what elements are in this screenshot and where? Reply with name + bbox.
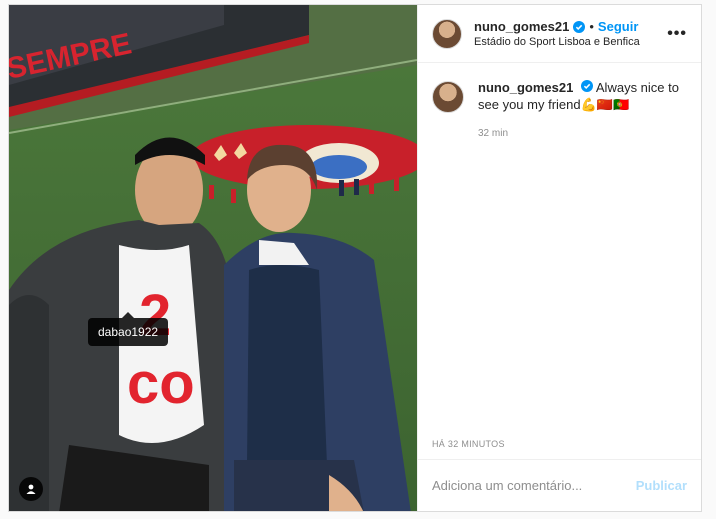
- add-comment-bar: Publicar: [418, 459, 701, 511]
- verified-badge-icon: [573, 20, 586, 33]
- post-photo: SEMPRE 2 co dabao1922: [9, 5, 417, 511]
- post-modal: SEMPRE 2 co dabao1922 nuno_gomes21 • Seg…: [8, 4, 702, 512]
- comment-input[interactable]: [432, 478, 636, 493]
- post-sidebar: nuno_gomes21 • Seguir Estádio do Sport L…: [417, 5, 701, 511]
- post-location[interactable]: Estádio do Sport Lisboa e Benfica: [474, 36, 640, 48]
- comments-section: nuno_gomes21 Always nice to see you my f…: [418, 63, 701, 439]
- caption-username[interactable]: nuno_gomes21: [478, 80, 573, 95]
- publish-button[interactable]: Publicar: [636, 478, 687, 493]
- caption-comment: nuno_gomes21 Always nice to see you my f…: [432, 79, 687, 142]
- author-row: nuno_gomes21 • Seguir: [474, 19, 640, 34]
- caption-avatar[interactable]: [432, 81, 464, 113]
- author-info: nuno_gomes21 • Seguir Estádio do Sport L…: [474, 19, 640, 48]
- caption-time: 32 min: [478, 128, 509, 139]
- user-tag-label[interactable]: dabao1922: [98, 325, 158, 339]
- svg-text:co: co: [127, 351, 195, 416]
- user-tag-button[interactable]: [19, 477, 43, 501]
- user-tag-icon: [25, 483, 37, 495]
- photo-scene: SEMPRE 2 co: [9, 5, 417, 511]
- post-timestamp[interactable]: HÁ 32 MINUTOS: [418, 439, 701, 459]
- caption-body: nuno_gomes21 Always nice to see you my f…: [478, 79, 687, 142]
- verified-badge-icon: [580, 80, 593, 92]
- author-avatar[interactable]: [432, 18, 462, 49]
- author-username[interactable]: nuno_gomes21: [474, 19, 569, 34]
- follow-button[interactable]: Seguir: [598, 19, 638, 34]
- user-tag-tooltip[interactable]: dabao1922: [88, 312, 169, 346]
- post-header: nuno_gomes21 • Seguir Estádio do Sport L…: [418, 5, 701, 63]
- caption-emojis: 💪🇨🇳🇵🇹: [580, 97, 630, 112]
- separator-dot: •: [589, 19, 594, 34]
- more-options-icon[interactable]: •••: [667, 25, 687, 43]
